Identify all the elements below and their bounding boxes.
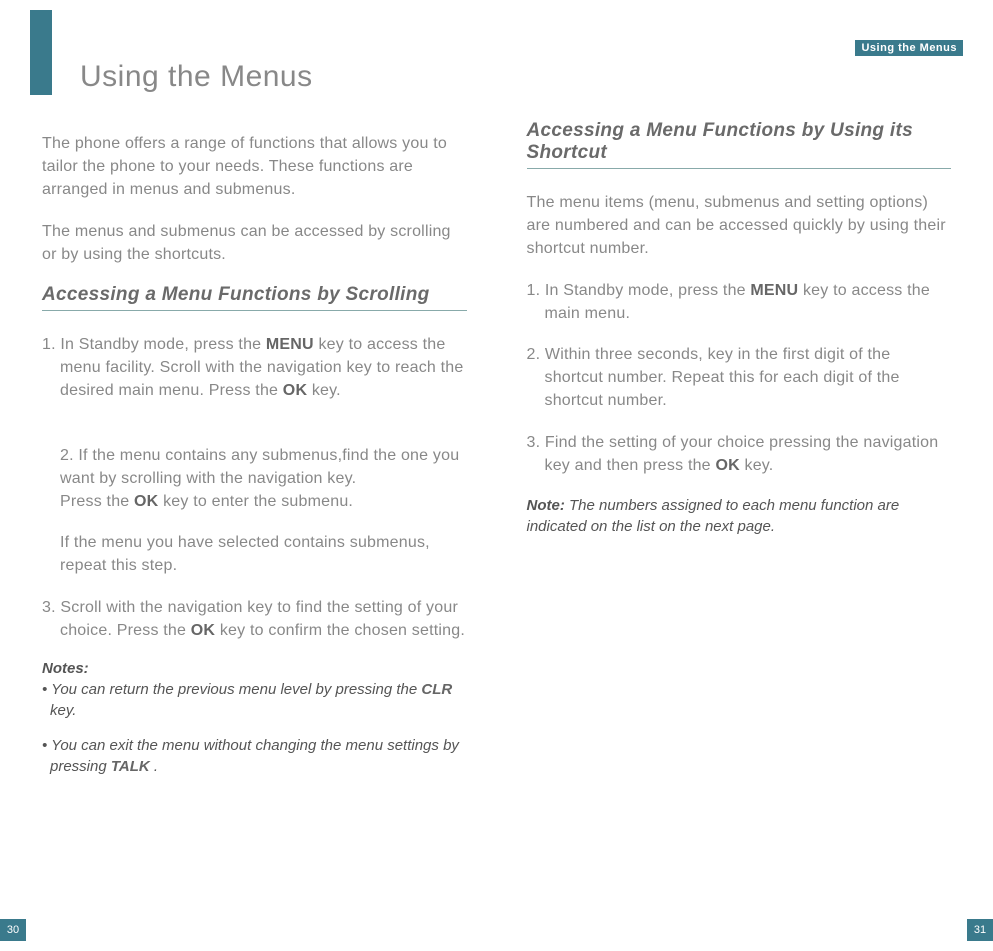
note-lead: Note:: [527, 497, 565, 514]
intro-paragraph-2: The menus and submenus can be accessed b…: [42, 220, 467, 266]
step-2-sub: If the menu you have selected contains s…: [42, 531, 467, 577]
note-1-text-b: key.: [50, 702, 76, 719]
note-1-text-a: • You can return the previous menu level…: [42, 681, 421, 698]
shortcut-step-3: 3. Find the setting of your choice press…: [527, 431, 952, 477]
step-3: 3. Scroll with the navigation key to fin…: [42, 596, 467, 642]
page-title: Using the Menus: [80, 60, 467, 94]
step-3-text-b: key to confirm the chosen setting.: [215, 622, 465, 639]
right-content: Accessing a Menu Functions by Using its …: [527, 120, 952, 537]
ok-key-label: OK: [283, 382, 307, 399]
page-spread: Using the Menus The phone offers a range…: [0, 0, 993, 951]
note-2: • You can exit the menu without changing…: [42, 735, 467, 777]
note-body: The numbers assigned to each menu functi…: [527, 497, 900, 535]
step-1-text-c: key.: [307, 382, 341, 399]
step-2-text-b: key to enter the submenu.: [158, 493, 353, 510]
clr-key-label: CLR: [421, 681, 452, 698]
note-2-text-b: .: [150, 758, 158, 775]
left-page: Using the Menus The phone offers a range…: [0, 0, 497, 951]
section-heading-shortcut: Accessing a Menu Functions by Using its …: [527, 120, 952, 169]
ok-key-label-3: OK: [191, 622, 215, 639]
step-2: 2. If the menu contains any submenus,fin…: [42, 421, 467, 514]
menu-key-label: MENU: [266, 336, 314, 353]
page-number-right: 31: [967, 919, 993, 941]
page-number-left: 30: [0, 919, 26, 941]
step-1: 1. In Standby mode, press the MENU key t…: [42, 333, 467, 403]
shortcut-note: Note: The numbers assigned to each menu …: [527, 495, 952, 537]
notes-label: Notes:: [42, 660, 467, 677]
talk-key-label: TALK: [111, 758, 150, 775]
shortcut-step-2: 2. Within three seconds, key in the firs…: [527, 343, 952, 413]
shortcut-intro: The menu items (menu, submenus and setti…: [527, 191, 952, 261]
header-bar: Using the Menus: [855, 40, 963, 56]
side-tab: [30, 10, 52, 95]
section-heading-scrolling: Accessing a Menu Functions by Scrolling: [42, 284, 467, 311]
shortcut-step-3-b: key.: [740, 457, 774, 474]
note-2-text-a: • You can exit the menu without changing…: [42, 737, 459, 775]
ok-key-label-4: OK: [715, 457, 739, 474]
right-page: Using the Menus Accessing a Menu Functio…: [497, 0, 993, 951]
ok-key-label-2: OK: [134, 493, 158, 510]
step-1-text-a: 1. In Standby mode, press the: [42, 336, 266, 353]
shortcut-step-1-a: 1. In Standby mode, press the: [527, 282, 751, 299]
menu-key-label-2: MENU: [750, 282, 798, 299]
note-1: • You can return the previous menu level…: [42, 679, 467, 721]
intro-paragraph-1: The phone offers a range of functions th…: [42, 132, 467, 202]
shortcut-step-1: 1. In Standby mode, press the MENU key t…: [527, 279, 952, 325]
